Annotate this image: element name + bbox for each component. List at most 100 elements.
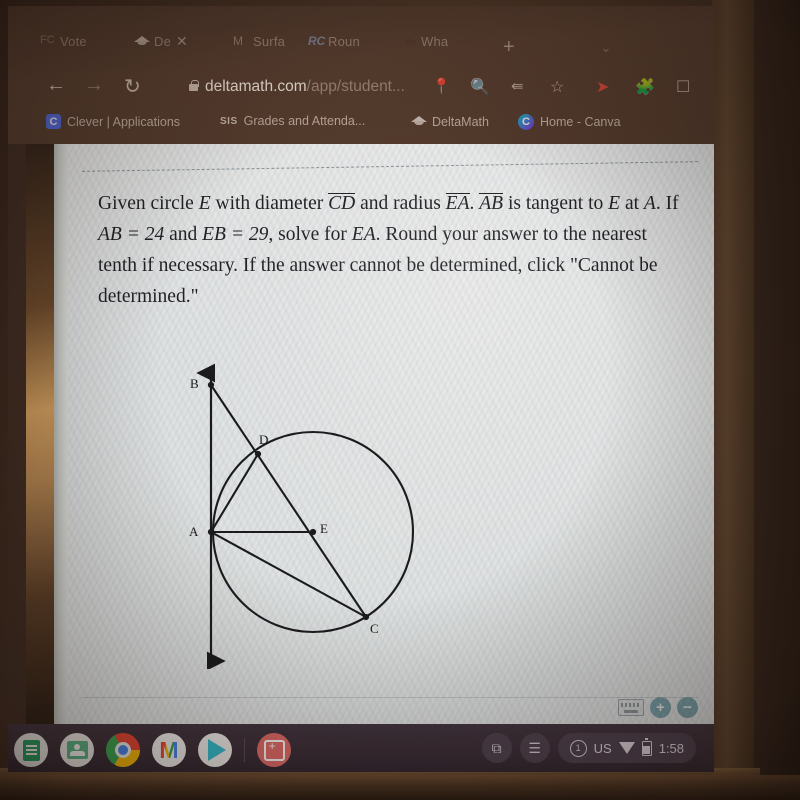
forward-button[interactable]: → <box>84 74 104 97</box>
shelf-app-photo-editor[interactable] <box>257 733 291 772</box>
zoom-out-button[interactable]: − <box>677 697 698 718</box>
zoom-in-button[interactable]: + <box>650 697 671 718</box>
input-method-label: US <box>593 740 612 756</box>
label-B: B <box>190 376 199 391</box>
shelf-app-gmail[interactable]: M <box>152 733 186 767</box>
bookmark-label: Clever | Applications <box>67 114 181 129</box>
segment-AD <box>210 453 259 533</box>
tab-vote[interactable]: FC Vote <box>40 28 87 54</box>
page-zoom-controls: + − <box>618 697 698 718</box>
rc-icon: RC <box>308 33 326 48</box>
q-line2-g: . Round your <box>375 224 478 245</box>
tab-label: Wha <box>421 33 449 49</box>
bookmarks-bar: C Clever | Applications SIS Grades and A… <box>8 114 714 140</box>
onscreen-keyboard-icon[interactable] <box>618 699 644 716</box>
share-icon[interactable]: ⇚ <box>511 77 524 95</box>
q-line1-d: . <box>469 193 480 214</box>
geometry-figure: B D A E C <box>163 349 463 671</box>
q-seg-AB: AB <box>479 193 504 214</box>
m-icon: M <box>233 33 243 48</box>
shelf-app-google-sheets[interactable] <box>14 733 48 767</box>
canva-c-icon: C <box>518 114 534 130</box>
point-A <box>207 528 215 536</box>
location-pin-icon[interactable]: 📍 <box>432 77 451 95</box>
point-B <box>207 381 215 389</box>
question-text: Given circle E with diameter CD and radi… <box>98 188 690 312</box>
q-line1-e: is tangent to <box>503 193 604 214</box>
tab-wha[interactable]: Wha <box>401 28 448 54</box>
chromebook-screen: FC Vote De ✕ M Surfa RC Roun Wha + ⌄ ← →… <box>8 6 714 772</box>
shelf-app-icons: M <box>14 728 303 772</box>
point-E <box>309 528 317 536</box>
tab-roun[interactable]: RC Roun <box>308 28 360 54</box>
deltamath-page-content: Given circle E with diameter CD and radi… <box>68 144 714 724</box>
graduation-cap-icon <box>134 34 149 49</box>
wifi-icon <box>618 742 635 754</box>
url-domain: deltamath.com <box>205 78 307 95</box>
q-line2-b: at <box>620 193 644 214</box>
tab-search-chevron-down-icon[interactable]: ⌄ <box>600 39 612 56</box>
side-panel-icon[interactable]: ☐ <box>676 77 690 97</box>
bookmark-clever[interactable]: C Clever | Applications <box>46 114 180 129</box>
desk-surface <box>0 775 800 800</box>
tab-label: Vote <box>60 33 87 49</box>
tab-label: Roun <box>328 33 360 49</box>
system-tray[interactable]: 1 US 1:58 <box>557 733 696 763</box>
close-icon[interactable]: ✕ <box>176 33 188 50</box>
q-line2-c: A <box>643 193 656 214</box>
laptop-bezel-outer <box>754 0 800 800</box>
red-arrow-extension-icon[interactable]: ➤ <box>596 77 609 97</box>
tab-strip: FC Vote De ✕ M Surfa RC Roun Wha + ⌄ <box>8 14 714 59</box>
lock-icon <box>189 80 199 91</box>
bookmark-label: DeltaMath <box>432 114 489 129</box>
q-line1-c: and radius <box>355 193 446 214</box>
bookmark-canva[interactable]: C Home - Canva <box>518 114 621 130</box>
google-icon <box>401 34 416 49</box>
shelf-status-area: ⧉ ☰ 1 US 1:58 <box>481 733 696 763</box>
dashed-divider <box>82 161 698 172</box>
clock-time: 1:58 <box>658 740 684 756</box>
puzzle-extensions-icon[interactable]: 🧩 <box>635 77 655 97</box>
label-C: C <box>370 621 379 636</box>
q-eq-EB: EB = 29 <box>202 224 269 245</box>
reload-button[interactable]: ↻ <box>124 74 141 99</box>
label-A: A <box>189 524 199 539</box>
segment-BC <box>210 384 367 618</box>
bookmark-sis-grades[interactable]: SIS Grades and Attenda... <box>220 114 365 128</box>
new-tab-button[interactable]: + <box>503 36 515 59</box>
q-seg-CD: CD <box>328 193 356 214</box>
shelf-app-google-classroom[interactable] <box>60 733 94 767</box>
browser-chrome: FC Vote De ✕ M Surfa RC Roun Wha + ⌄ ← →… <box>8 6 714 144</box>
q-line2-f: , solve for <box>268 224 352 245</box>
address-bar[interactable]: deltamath.com/app/student... <box>205 78 405 96</box>
q-var-E: E <box>198 193 211 214</box>
search-icon[interactable]: 🔍 <box>470 77 490 97</box>
laptop-bezel-right <box>712 0 754 800</box>
bookmark-label: Home - Canva <box>540 115 621 129</box>
notification-count-badge: 1 <box>569 739 587 757</box>
segment-AC <box>210 531 367 618</box>
screen-capture-icon[interactable]: ⧉ <box>481 733 512 763</box>
circle-tangent-diagram-svg <box>196 363 415 671</box>
tab-label: Surfa <box>253 33 286 49</box>
tab-surfa[interactable]: M Surfa <box>233 28 285 54</box>
desktop-wallpaper-sliver <box>26 144 55 724</box>
shelf-app-google-chrome[interactable] <box>106 733 140 772</box>
battery-icon <box>641 738 652 756</box>
q-line2-a: E <box>608 193 621 214</box>
label-D: D <box>259 432 269 447</box>
media-playlist-icon[interactable]: ☰ <box>519 733 550 763</box>
label-E: E <box>320 521 328 536</box>
fc-icon: FC <box>40 33 55 46</box>
sis-icon: SIS <box>220 115 238 127</box>
bookmark-deltamath[interactable]: DeltaMath <box>411 114 489 129</box>
gmail-m-icon: M <box>159 736 179 763</box>
url-path: /app/student... <box>306 78 405 95</box>
shelf-app-play-store[interactable] <box>198 733 232 767</box>
address-bar-row: ← → ↻ deltamath.com/app/student... 📍 🔍 ⇚… <box>8 68 714 106</box>
star-icon[interactable]: ☆ <box>550 77 564 97</box>
tab-deltamath[interactable]: De ✕ <box>134 28 188 54</box>
graduation-cap-icon <box>411 114 426 129</box>
back-button[interactable]: ← <box>46 74 66 97</box>
clever-c-icon: C <box>46 114 61 129</box>
